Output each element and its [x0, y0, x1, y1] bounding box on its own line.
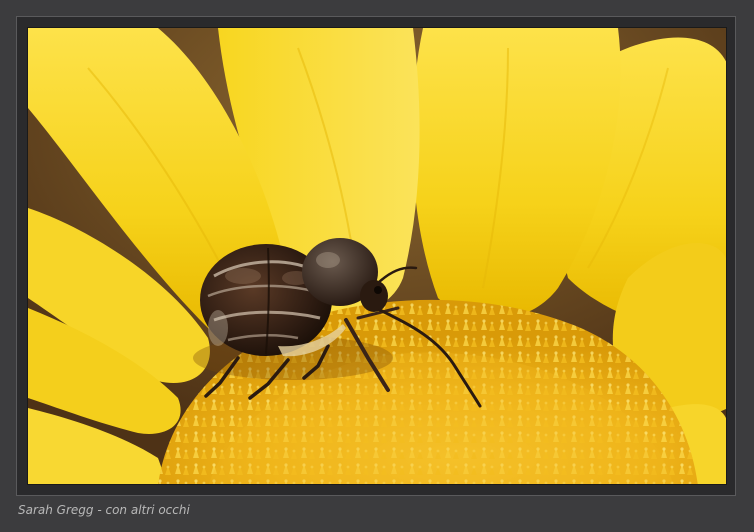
photo: [27, 27, 727, 485]
photo-caption: Sarah Gregg - con altri occhi: [18, 503, 190, 517]
photo-artwork: [28, 28, 726, 484]
page-frame: Sarah Gregg - con altri occhi: [0, 0, 754, 532]
